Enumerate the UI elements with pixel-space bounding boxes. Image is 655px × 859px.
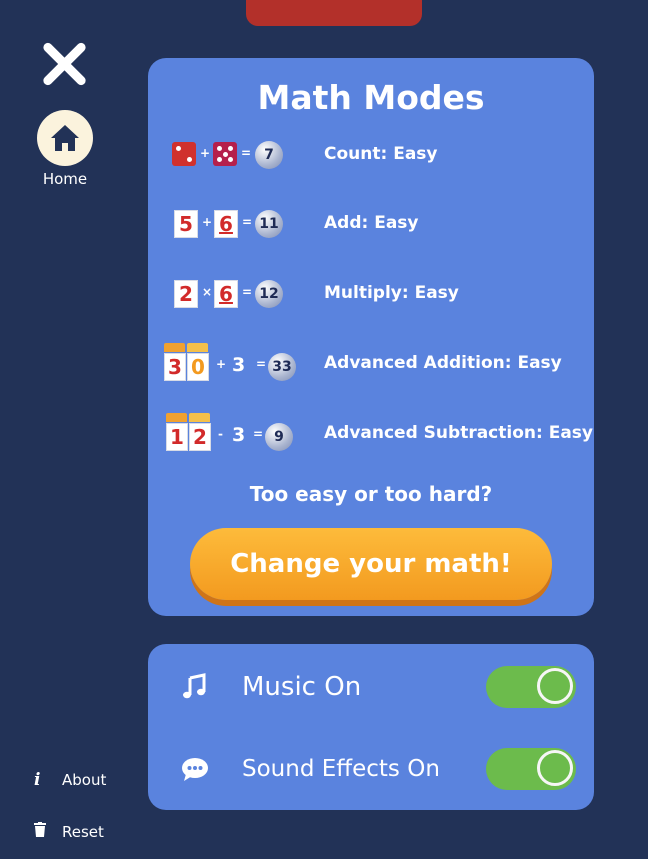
mode-label: Advanced Subtraction: Easy xyxy=(324,423,593,443)
digit-tile: 6 xyxy=(214,210,238,238)
place-value-bar xyxy=(189,413,210,422)
about-link[interactable]: i About xyxy=(34,770,106,790)
advanced-addition-expression: 3 0 + 3 = 33 xyxy=(162,343,312,383)
die-icon xyxy=(213,142,237,166)
mode-add[interactable]: 5 + 6 = 11 Add: Easy xyxy=(162,203,586,243)
audio-settings-panel: Music On Sound Effects On xyxy=(148,644,594,810)
home-icon xyxy=(51,125,79,151)
digit-tile: 0 xyxy=(187,353,209,381)
mode-count[interactable]: + = 7 Count: Easy xyxy=(162,134,586,174)
top-tab[interactable] xyxy=(246,0,422,26)
mode-multiply[interactable]: 2 × 6 = 12 Multiply: Easy xyxy=(162,273,586,313)
panel-title: Math Modes xyxy=(257,78,485,117)
about-label: About xyxy=(62,771,107,789)
music-label: Music On xyxy=(242,672,362,702)
change-math-button[interactable]: Change your math! xyxy=(190,528,552,600)
sfx-label: Sound Effects On xyxy=(242,756,440,782)
answer-ball: 33 xyxy=(268,353,296,381)
close-icon[interactable] xyxy=(38,38,90,90)
answer-ball: 9 xyxy=(265,423,293,451)
digit-tile: 5 xyxy=(174,210,198,238)
answer-ball: 12 xyxy=(255,280,283,308)
digit-tile: 1 xyxy=(166,423,188,451)
place-value-bar xyxy=(187,343,208,352)
music-toggle[interactable] xyxy=(486,666,576,708)
answer-ball: 11 xyxy=(255,210,283,238)
mode-label: Advanced Addition: Easy xyxy=(324,353,562,373)
digit-tile: 2 xyxy=(174,280,198,308)
settings-screen: Home i About Reset Math Modes + = 7 Coun… xyxy=(0,0,648,859)
mode-label: Add: Easy xyxy=(324,213,419,233)
difficulty-prompt: Too easy or too hard? xyxy=(249,482,493,506)
home-button[interactable] xyxy=(37,110,93,166)
advanced-subtraction-expression: 1 2 - 3 = 9 xyxy=(162,413,312,453)
mode-advanced-addition[interactable]: 3 0 + 3 = 33 Advanced Addition: Easy xyxy=(162,343,586,383)
digit-tile: 3 xyxy=(164,353,186,381)
digit-tile: 2 xyxy=(189,423,211,451)
speech-bubble-icon xyxy=(182,758,208,781)
mode-label: Count: Easy xyxy=(324,144,438,164)
reset-label: Reset xyxy=(62,823,104,841)
info-icon: i xyxy=(34,770,41,790)
toggle-knob xyxy=(537,750,573,786)
home-label: Home xyxy=(42,170,88,188)
place-value-bar xyxy=(166,413,187,422)
digit-tile: 6 xyxy=(214,280,238,308)
math-modes-panel: Math Modes + = 7 Count: Easy 5 + 6 = 11 … xyxy=(148,58,594,616)
die-icon xyxy=(172,142,196,166)
reset-link[interactable]: Reset xyxy=(34,822,104,842)
music-setting-row: Music On xyxy=(148,658,594,718)
mode-label: Multiply: Easy xyxy=(324,283,459,303)
multiply-expression: 2 × 6 = 12 xyxy=(162,273,312,313)
trash-icon xyxy=(34,822,54,842)
sfx-toggle[interactable] xyxy=(486,748,576,790)
mode-advanced-subtraction[interactable]: 1 2 - 3 = 9 Advanced Subtraction: Easy xyxy=(162,413,593,453)
answer-ball: 7 xyxy=(255,141,283,169)
music-note-icon xyxy=(183,673,206,699)
add-expression: 5 + 6 = 11 xyxy=(162,203,312,243)
count-expression: + = 7 xyxy=(162,134,312,174)
toggle-knob xyxy=(537,668,573,704)
place-value-bar xyxy=(164,343,185,352)
sfx-setting-row: Sound Effects On xyxy=(148,740,594,800)
